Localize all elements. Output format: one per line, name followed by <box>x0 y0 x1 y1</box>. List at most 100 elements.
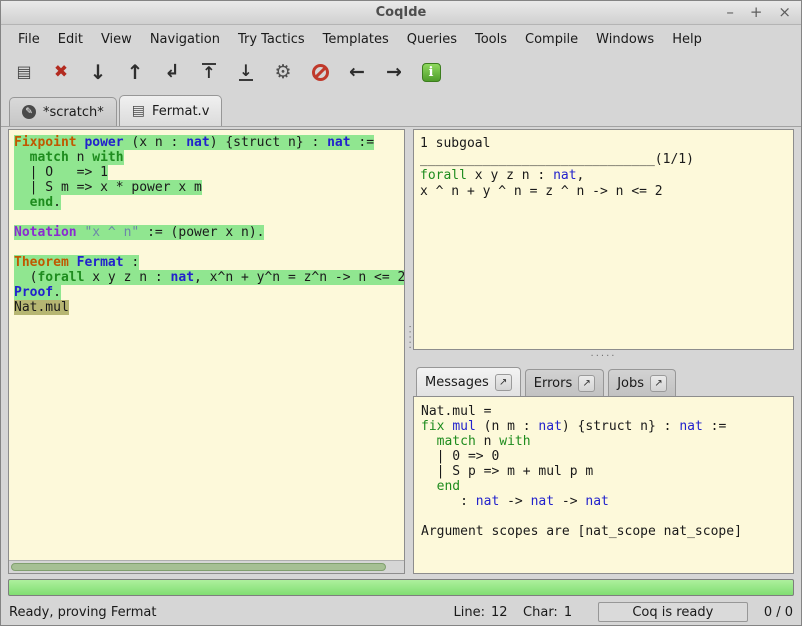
about-button[interactable]: i <box>416 57 446 87</box>
fully-check-button[interactable]: ⚙ <box>268 57 298 87</box>
menu-navigation[interactable]: Navigation <box>141 28 229 51</box>
go-to-cursor-button[interactable]: ↲ <box>157 57 187 87</box>
status-text: Ready, proving Fermat <box>9 605 156 620</box>
right-column: 1 subgoal______________________________(… <box>413 129 794 574</box>
messages-code: Nat.mul =fix mul (n m : nat) {struct n} … <box>414 397 793 546</box>
menu-try-tactics[interactable]: Try Tactics <box>229 28 314 51</box>
line-value: 12 <box>491 605 509 620</box>
menu-file[interactable]: File <box>9 28 49 51</box>
menu-tools[interactable]: Tools <box>466 28 516 51</box>
interrupt-button[interactable] <box>305 57 335 87</box>
code-line <box>14 210 404 225</box>
save-button[interactable]: ▤ <box>9 57 39 87</box>
return-arrow-icon: ↲ <box>164 63 179 81</box>
go-to-end-button[interactable]: ↓ <box>231 57 261 87</box>
code-line: end. <box>14 195 404 210</box>
goal-panel[interactable]: 1 subgoal______________________________(… <box>413 129 794 350</box>
down-arrow-icon: ↓ <box>90 62 107 82</box>
menu-windows[interactable]: Windows <box>587 28 663 51</box>
code-line: Fixpoint power (x n : nat) {struct n} : … <box>14 135 404 150</box>
close-x-icon: ✖ <box>54 64 68 81</box>
menu-queries[interactable]: Queries <box>398 28 466 51</box>
up-arrow-icon: ↑ <box>127 62 144 82</box>
code-line: x ^ n + y ^ n = z ^ n -> n <= 2 <box>420 184 787 200</box>
pencil-icon: ✎ <box>22 105 36 119</box>
code-line: | S m => x * power x m <box>14 180 404 195</box>
toolbar: ▤ ✖ ↓ ↑ ↲ ↑ ↓ ⚙ ← → i <box>1 53 801 91</box>
menu-compile[interactable]: Compile <box>516 28 587 51</box>
tab-jobs[interactable]: Jobs ↗ <box>608 369 676 396</box>
coqide-window: CoqIde – + × FileEditViewNavigationTry T… <box>0 0 802 626</box>
code-line: match n with <box>14 150 404 165</box>
close-button[interactable]: × <box>778 5 791 20</box>
line-label: Line: <box>454 605 485 620</box>
backward-one-step-button[interactable]: ↑ <box>120 57 150 87</box>
down-arrow-to-bar-icon: ↓ <box>239 63 252 81</box>
progress-bar <box>8 579 794 596</box>
main-area: Fixpoint power (x n : nat) {struct n} : … <box>1 127 801 574</box>
editor-code: Fixpoint power (x n : nat) {struct n} : … <box>9 130 404 315</box>
tab-label: Jobs <box>617 376 644 391</box>
code-line: (forall x y z n : nat, x^n + y^n = z^n -… <box>14 270 404 285</box>
splitter-handle: ····· <box>591 351 617 362</box>
scrollbar-thumb[interactable] <box>11 563 386 571</box>
tab-label: Errors <box>534 376 572 391</box>
code-line: ______________________________(1/1) <box>420 152 787 168</box>
goal-code: 1 subgoal______________________________(… <box>414 130 793 206</box>
code-line: Argument scopes are [nat_scope nat_scope… <box>421 524 786 539</box>
tab-fermat[interactable]: ▤ Fermat.v <box>119 95 223 126</box>
no-entry-icon <box>312 64 329 81</box>
code-line <box>421 509 786 524</box>
left-arrow-icon: ← <box>349 63 365 82</box>
code-line <box>14 240 404 255</box>
messages-panel[interactable]: Nat.mul =fix mul (n m : nat) {struct n} … <box>413 396 794 574</box>
code-line: Nat.mul <box>14 300 404 315</box>
menu-view[interactable]: View <box>92 28 141 51</box>
code-line: | O => 1 <box>14 165 404 180</box>
code-line: end <box>421 479 786 494</box>
horizontal-splitter[interactable]: ····· <box>413 350 794 363</box>
document-icon: ▤ <box>132 104 145 118</box>
code-line: Nat.mul = <box>421 404 786 419</box>
maximize-button[interactable]: + <box>750 5 763 20</box>
splitter-handle: ····· <box>404 325 415 351</box>
forward-button[interactable]: → <box>379 57 409 87</box>
gear-icon: ⚙ <box>274 63 291 82</box>
menu-help[interactable]: Help <box>663 28 711 51</box>
tab-label: Messages <box>425 375 489 390</box>
message-tabs: Messages ↗ Errors ↗ Jobs ↗ <box>413 363 794 396</box>
info-icon: i <box>422 63 441 82</box>
horizontal-scrollbar[interactable] <box>9 560 404 573</box>
back-button[interactable]: ← <box>342 57 372 87</box>
code-line: Theorem Fermat : <box>14 255 404 270</box>
tab-messages[interactable]: Messages ↗ <box>416 367 521 396</box>
code-line: 1 subgoal <box>420 136 787 152</box>
menu-templates[interactable]: Templates <box>314 28 398 51</box>
minimize-button[interactable]: – <box>726 5 734 20</box>
code-line: match n with <box>421 434 786 449</box>
code-line: fix mul (n m : nat) {struct n} : nat := <box>421 419 786 434</box>
code-line: : nat -> nat -> nat <box>421 494 786 509</box>
tab-strip: ✎ *scratch* ▤ Fermat.v <box>1 91 801 127</box>
window-controls: – + × <box>726 1 791 24</box>
tab-errors[interactable]: Errors ↗ <box>525 369 604 396</box>
detach-icon[interactable]: ↗ <box>495 374 512 391</box>
vertical-splitter[interactable]: ····· <box>405 129 413 574</box>
right-arrow-icon: → <box>386 63 402 82</box>
code-line: Notation "x ^ n" := (power x n). <box>14 225 404 240</box>
tab-scratch[interactable]: ✎ *scratch* <box>9 97 117 126</box>
script-editor[interactable]: Fixpoint power (x n : nat) {struct n} : … <box>8 129 405 574</box>
title-bar[interactable]: CoqIde – + × <box>1 1 801 25</box>
char-label: Char: <box>523 605 558 620</box>
forward-one-step-button[interactable]: ↓ <box>83 57 113 87</box>
code-line: | 0 => 0 <box>421 449 786 464</box>
status-bar: Ready, proving Fermat Line: 12 Char: 1 C… <box>1 599 801 625</box>
code-line: Proof. <box>14 285 404 300</box>
detach-icon[interactable]: ↗ <box>650 375 667 392</box>
close-buffer-button[interactable]: ✖ <box>46 57 76 87</box>
go-to-start-button[interactable]: ↑ <box>194 57 224 87</box>
menu-edit[interactable]: Edit <box>49 28 92 51</box>
code-line: forall x y z n : nat, <box>420 168 787 184</box>
detach-icon[interactable]: ↗ <box>578 375 595 392</box>
up-arrow-to-bar-icon: ↑ <box>202 63 215 81</box>
